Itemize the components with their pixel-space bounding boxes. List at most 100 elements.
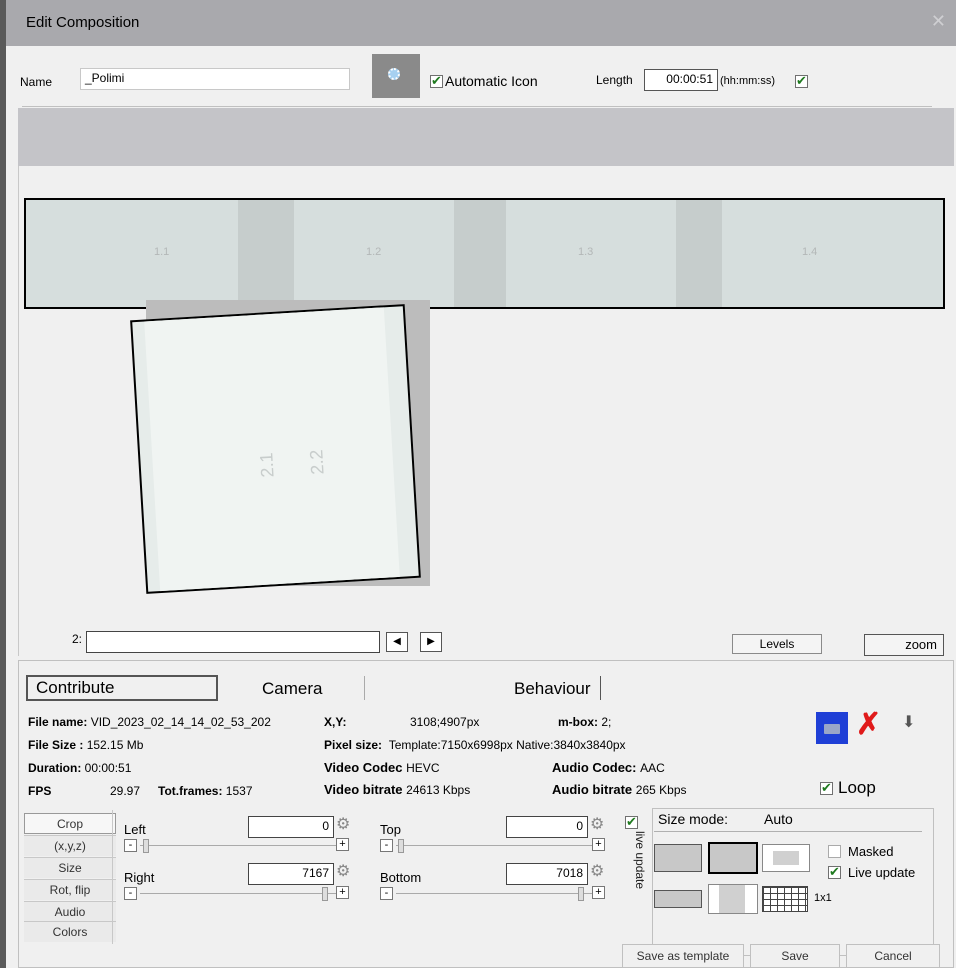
video-codec-label: Video Codec [324, 760, 403, 775]
crop-left-minus[interactable]: - [124, 839, 137, 852]
length-checkbox[interactable] [795, 73, 808, 89]
side-button-size[interactable]: Size [24, 857, 116, 878]
tile-label: 2.1 [256, 451, 278, 479]
slider-handle[interactable] [322, 887, 328, 901]
mbox-label: m-box: [558, 715, 598, 729]
crop-top-slider[interactable] [396, 845, 592, 846]
size-option-fill[interactable] [708, 842, 758, 874]
pixel-size-value: Template:7150x6998px Native:3840x3840px [388, 738, 626, 752]
side-button-colors[interactable]: Colors [24, 921, 116, 942]
next-arrow-button[interactable]: ▶ [420, 632, 442, 652]
tab-contribute[interactable]: Contribute [26, 675, 218, 701]
tab-behaviour[interactable]: Behaviour [514, 679, 591, 699]
crop-right-label: Right [124, 870, 155, 885]
size-option-center[interactable] [762, 844, 810, 872]
audio-bitrate-label: Audio bitrate [552, 782, 633, 797]
slider-handle[interactable] [578, 887, 584, 901]
video-bitrate-value: 24613 Kbps [406, 783, 471, 797]
crop-bottom-slider[interactable] [396, 893, 592, 894]
fps-label-wrap: FPS [28, 784, 51, 798]
masked-checkbox[interactable] [828, 845, 841, 858]
fps-value: 29.97 [110, 784, 141, 798]
title-bar: Edit Composition ✕ [6, 0, 956, 46]
xy-label: X,Y: [324, 715, 347, 729]
crop-live-update-checkbox[interactable] [625, 814, 638, 830]
crop-left-input[interactable]: 0 [248, 816, 334, 838]
duration-label: Duration: [28, 761, 82, 775]
live-update-label: Live update [848, 865, 916, 880]
grid-label: 1x1 [814, 892, 832, 904]
gear-icon[interactable]: ⚙ [336, 861, 350, 881]
size-option-fit[interactable] [654, 844, 702, 872]
track-row-1[interactable]: 1.1 1.2 1.3 1.4 [24, 198, 945, 309]
side-button-crop[interactable]: Crop [24, 813, 116, 834]
crop-left-label: Left [124, 822, 146, 837]
live-update-checkbox[interactable] [828, 864, 841, 880]
crop-right-slider[interactable] [140, 893, 336, 894]
save-as-template-button[interactable]: Save as template [622, 944, 744, 968]
xy-label-wrap: X,Y: [324, 715, 346, 729]
tile-label: 1.1 [154, 246, 170, 258]
cancel-button[interactable]: Cancel [846, 944, 940, 968]
row-label: 2: [72, 632, 83, 646]
composition-icon[interactable] [372, 54, 420, 98]
xy-value: 3108;4907px [410, 715, 480, 729]
file-size-row: File Size : 152.15 Mb [28, 738, 143, 752]
side-button-xyz[interactable]: (x,y,z) [24, 835, 116, 856]
delete-icon[interactable]: ✗ [856, 708, 881, 742]
prev-arrow-button[interactable]: ◀ [386, 632, 408, 652]
crop-left-slider[interactable] [140, 845, 336, 846]
audio-codec-label: Audio Codec: [552, 760, 637, 775]
mbox-value: 2; [601, 715, 612, 729]
save-button[interactable]: Save [750, 944, 840, 968]
download-arrow-icon[interactable]: ⬇ [902, 712, 915, 732]
loop-checkbox[interactable] [820, 780, 833, 796]
name-input[interactable]: _Polimi [80, 68, 350, 90]
tot-frames-row: Tot.frames: 1537 [158, 784, 253, 798]
size-mode-value: Auto [764, 811, 793, 827]
crop-top-input[interactable]: 0 [506, 816, 588, 838]
side-button-audio[interactable]: Audio [24, 901, 116, 922]
crop-top-plus[interactable]: + [592, 838, 605, 851]
tile-separator [454, 200, 506, 307]
crop-right-plus[interactable]: + [336, 886, 349, 899]
crop-bottom-plus[interactable]: + [592, 886, 605, 899]
slider-handle[interactable] [143, 839, 149, 853]
size-option-inner [773, 851, 799, 865]
gear-icon [388, 68, 400, 80]
pixel-size-row: Pixel size: Template:7150x6998px Native:… [324, 738, 626, 752]
crop-left-plus[interactable]: + [336, 838, 349, 851]
divider [654, 831, 922, 832]
automatic-icon-checkbox[interactable] [430, 73, 443, 89]
tab-divider [600, 676, 601, 700]
crop-bottom-minus[interactable]: - [380, 887, 393, 900]
side-button-rot-flip[interactable]: Rot, flip [24, 879, 116, 900]
crop-top-minus[interactable]: - [380, 839, 393, 852]
video-bitrate-label: Video bitrate [324, 782, 403, 797]
size-option-wide[interactable] [654, 890, 702, 908]
tot-frames-value: 1537 [225, 784, 253, 798]
tab-camera[interactable]: Camera [262, 679, 322, 699]
crop-right-minus[interactable]: - [124, 887, 137, 900]
gear-icon[interactable]: ⚙ [590, 814, 604, 834]
crop-bottom-input[interactable]: 7018 [506, 863, 588, 885]
audio-codec-value: AAC [640, 761, 665, 775]
tile-label: 1.2 [366, 246, 382, 258]
gear-icon[interactable]: ⚙ [336, 814, 350, 834]
slider-handle[interactable] [398, 839, 404, 853]
row-field[interactable] [86, 631, 380, 653]
size-option-tall[interactable] [708, 884, 758, 914]
crop-right-input[interactable]: 7167 [248, 863, 334, 885]
levels-button[interactable]: Levels [732, 634, 822, 654]
crop-bottom-label: Bottom [380, 870, 422, 885]
loop-label: Loop [838, 778, 876, 797]
track-row-2-frame[interactable]: 2.1 2.2 [130, 304, 421, 594]
gear-icon[interactable]: ⚙ [590, 861, 604, 881]
window-title: Edit Composition [26, 14, 140, 31]
length-input[interactable]: 00:00:51 [644, 69, 718, 91]
close-icon[interactable]: ✕ [931, 11, 946, 32]
pixel-size-label: Pixel size: [324, 738, 383, 752]
zoom-button[interactable]: zoom [864, 634, 944, 656]
grid-icon[interactable] [762, 886, 808, 912]
open-folder-button[interactable] [816, 712, 848, 744]
